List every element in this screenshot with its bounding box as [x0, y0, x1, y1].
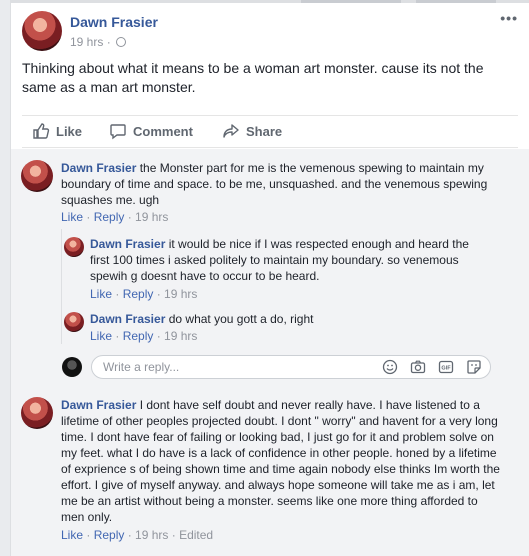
comment-avatar[interactable]: [21, 160, 53, 192]
top-bar: [11, 0, 529, 3]
globe-icon[interactable]: [116, 37, 127, 47]
post-card: Dawn Frasier 19 hrs · ••• Thinking about…: [10, 0, 529, 556]
reply-author[interactable]: Dawn Frasier: [90, 312, 165, 326]
share-button[interactable]: Share: [222, 122, 282, 140]
svg-text:GIF: GIF: [441, 366, 451, 372]
post-author[interactable]: Dawn Frasier: [70, 14, 158, 30]
comment-like-link[interactable]: Like: [61, 210, 83, 224]
post-text: Thinking about what it means to be a wom…: [22, 60, 484, 95]
like-icon: [33, 123, 50, 139]
like-label: Like: [56, 123, 83, 139]
reply-reply-link[interactable]: Reply: [123, 329, 154, 343]
comment-author[interactable]: Dawn Frasier: [61, 161, 136, 175]
post-time[interactable]: 19 hrs: [70, 35, 103, 49]
reply-placeholder: Write a reply...: [103, 360, 180, 374]
reply-like-link[interactable]: Like: [90, 329, 112, 343]
sticker-icon[interactable]: [466, 359, 482, 375]
reply-time[interactable]: 19 hrs: [164, 287, 197, 301]
current-user-avatar: [62, 357, 82, 377]
post-meta: 19 hrs ·: [70, 35, 127, 49]
reply-links: Like · Reply · 19 hrs: [90, 287, 198, 301]
comment-time[interactable]: 19 hrs: [135, 528, 168, 542]
comment-body: Dawn Frasier I dont have self doubt and …: [61, 397, 501, 525]
reply-avatar[interactable]: [64, 237, 84, 257]
reply-text: do what you gott a do, right: [168, 312, 314, 326]
more-options-button[interactable]: •••: [500, 10, 518, 26]
comment-time[interactable]: 19 hrs: [135, 210, 168, 224]
comment-reply-link[interactable]: Reply: [94, 528, 125, 542]
emoji-icon[interactable]: [382, 359, 398, 375]
comment-links: Like · Reply · 19 hrs · Edited: [61, 528, 214, 542]
reply-author[interactable]: Dawn Frasier: [90, 237, 165, 251]
share-icon: [223, 124, 239, 138]
comment-links: Like · Reply · 19 hrs: [61, 210, 169, 224]
comment-label: Comment: [133, 123, 193, 139]
comment-author[interactable]: Dawn Frasier: [61, 398, 136, 412]
comment-body: Dawn Frasier the Monster part for me is …: [61, 160, 501, 208]
reply-like-link[interactable]: Like: [90, 287, 112, 301]
reply-time[interactable]: 19 hrs: [164, 329, 197, 343]
comments-section: Dawn Frasier the Monster part for me is …: [11, 149, 529, 556]
comment-text: I dont have self doubt and never really …: [61, 398, 500, 524]
reply-body: Dawn Frasier do what you gott a do, righ…: [90, 311, 490, 327]
comment-button[interactable]: Comment: [109, 122, 193, 140]
comment-like-link[interactable]: Like: [61, 528, 83, 542]
reply-thread-line: [61, 229, 62, 344]
reply-reply-link[interactable]: Reply: [123, 287, 154, 301]
meta-separator: ·: [106, 35, 111, 49]
comment-icon: [110, 124, 126, 140]
action-bar: Like Comment Share: [22, 115, 518, 148]
reply-body: Dawn Frasier it would be nice if I was r…: [90, 236, 490, 284]
comment-avatar[interactable]: [21, 397, 53, 429]
comment-reply-link[interactable]: Reply: [94, 210, 125, 224]
author-avatar[interactable]: [22, 11, 62, 51]
share-label: Share: [246, 123, 283, 139]
gif-icon[interactable]: GIF: [438, 359, 454, 375]
reply-avatar[interactable]: [64, 312, 84, 332]
reply-input[interactable]: Write a reply... GIF: [91, 355, 491, 379]
camera-icon[interactable]: [410, 359, 426, 375]
reply-links: Like · Reply · 19 hrs: [90, 329, 198, 343]
comment-edited[interactable]: Edited: [179, 528, 213, 542]
like-button[interactable]: Like: [32, 122, 82, 140]
